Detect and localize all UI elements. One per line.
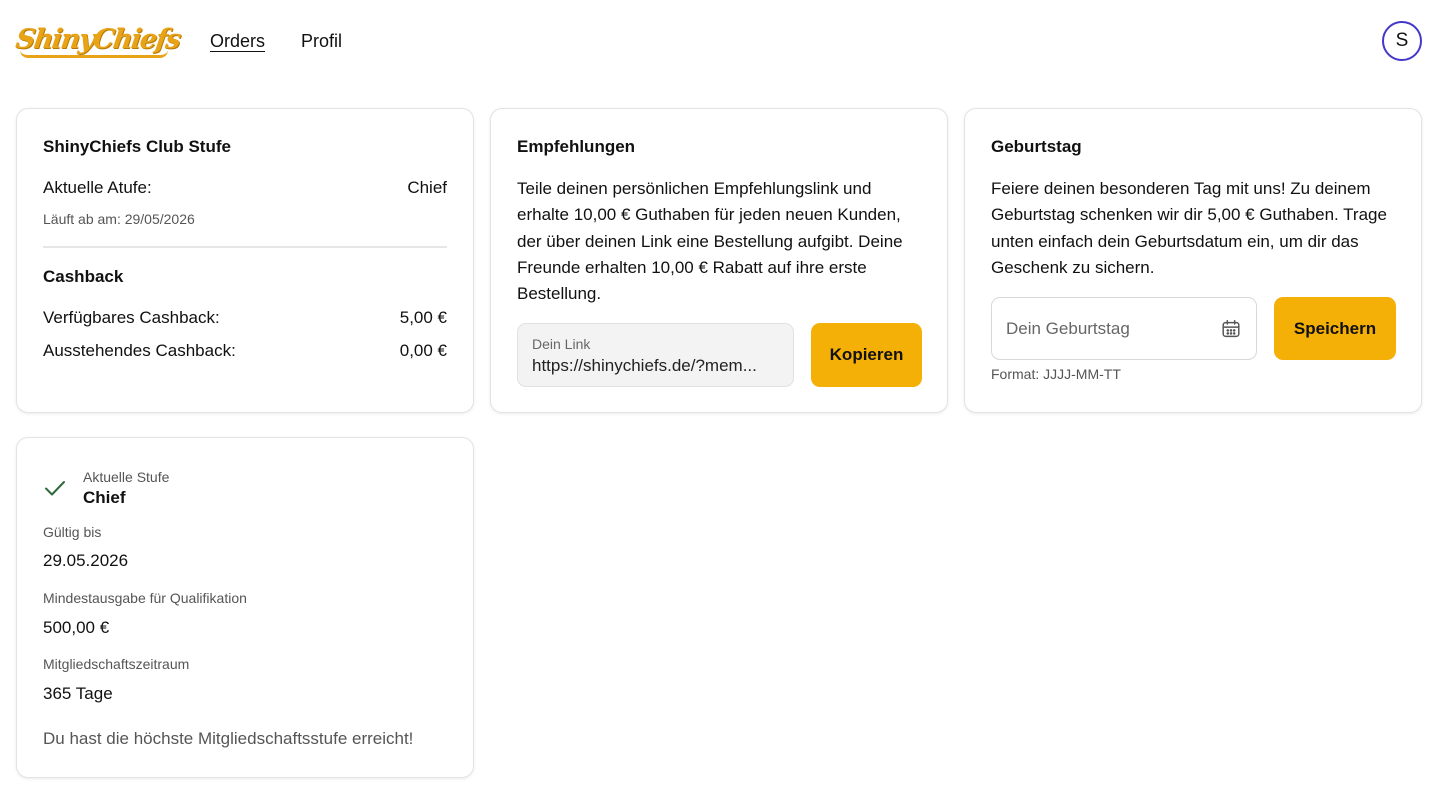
birthday-placeholder: Dein Geburtstag bbox=[1006, 318, 1130, 338]
pending-cashback-value: 0,00 € bbox=[399, 341, 447, 360]
min-spend-label: Mindestausgabe für Qualifikation bbox=[43, 590, 247, 606]
valid-until-value: 29.05.2026 bbox=[43, 551, 129, 570]
birthday-title: Geburtstag bbox=[991, 137, 1082, 156]
referral-link-field[interactable]: Dein Link https://shinychiefs.de/?mem... bbox=[517, 323, 794, 387]
current-tier-row: Aktuelle Atufe: Chief bbox=[43, 178, 447, 198]
current-tier-label: Aktuelle Atufe: bbox=[43, 178, 152, 197]
membership-period-value: 365 Tage bbox=[43, 684, 113, 703]
birthday-card: Geburtstag Feiere deinen besonderen Tag … bbox=[964, 108, 1422, 413]
current-tier-caption: Aktuelle Stufe bbox=[83, 469, 170, 485]
current-tier-name: Chief bbox=[83, 488, 126, 507]
referral-link-label: Dein Link bbox=[532, 336, 591, 352]
save-button[interactable]: Speichern bbox=[1274, 297, 1396, 360]
format-hint: Format: JJJJ-MM-TT bbox=[991, 366, 1121, 382]
check-icon bbox=[45, 481, 65, 496]
highest-tier-note: Du hast die höchste Mitgliedschaftsstufe… bbox=[43, 729, 414, 748]
top-header: ShinyChiefs Orders Profil S bbox=[0, 0, 1440, 84]
referral-description: Teile deinen persönlichen Empfehlungslin… bbox=[517, 179, 903, 304]
available-cashback-value: 5,00 € bbox=[399, 308, 447, 327]
calendar-icon[interactable] bbox=[1220, 318, 1242, 340]
pending-cashback-row: Ausstehendes Cashback: 0,00 € bbox=[43, 341, 447, 361]
pending-cashback-label: Ausstehendes Cashback: bbox=[43, 341, 236, 360]
copy-button[interactable]: Kopieren bbox=[811, 323, 922, 387]
tier-card: Aktuelle Stufe Chief Gültig bis 29.05.20… bbox=[16, 437, 474, 778]
available-cashback-label: Verfügbares Cashback: bbox=[43, 308, 220, 327]
divider bbox=[43, 246, 447, 248]
shinychiefs-logo[interactable]: ShinyChiefs bbox=[14, 16, 182, 62]
nav-profil[interactable]: Profil bbox=[301, 30, 342, 52]
club-card: ShinyChiefs Club Stufe Aktuelle Atufe: C… bbox=[16, 108, 474, 413]
cashback-title: Cashback bbox=[43, 267, 124, 286]
nav-orders[interactable]: Orders bbox=[210, 30, 265, 52]
available-cashback-row: Verfügbares Cashback: 5,00 € bbox=[43, 308, 447, 328]
club-title: ShinyChiefs Club Stufe bbox=[43, 137, 231, 156]
referral-link-value[interactable]: https://shinychiefs.de/?mem... bbox=[532, 355, 778, 377]
current-tier-value: Chief bbox=[407, 178, 447, 197]
birthday-input[interactable]: Dein Geburtstag bbox=[991, 297, 1257, 360]
expiry-text: Läuft ab am: 29/05/2026 bbox=[43, 211, 195, 227]
referral-title: Empfehlungen bbox=[517, 137, 636, 156]
birthday-description: Feiere deinen besonderen Tag mit uns! Zu… bbox=[991, 179, 1387, 277]
referral-card: Empfehlungen Teile deinen persönlichen E… bbox=[490, 108, 948, 413]
membership-period-label: Mitgliedschaftszeitraum bbox=[43, 656, 190, 672]
logo-swoosh bbox=[20, 50, 168, 58]
min-spend-value: 500,00 € bbox=[43, 618, 110, 637]
user-avatar[interactable]: S bbox=[1382, 21, 1422, 61]
valid-until-label: Gültig bis bbox=[43, 524, 102, 540]
